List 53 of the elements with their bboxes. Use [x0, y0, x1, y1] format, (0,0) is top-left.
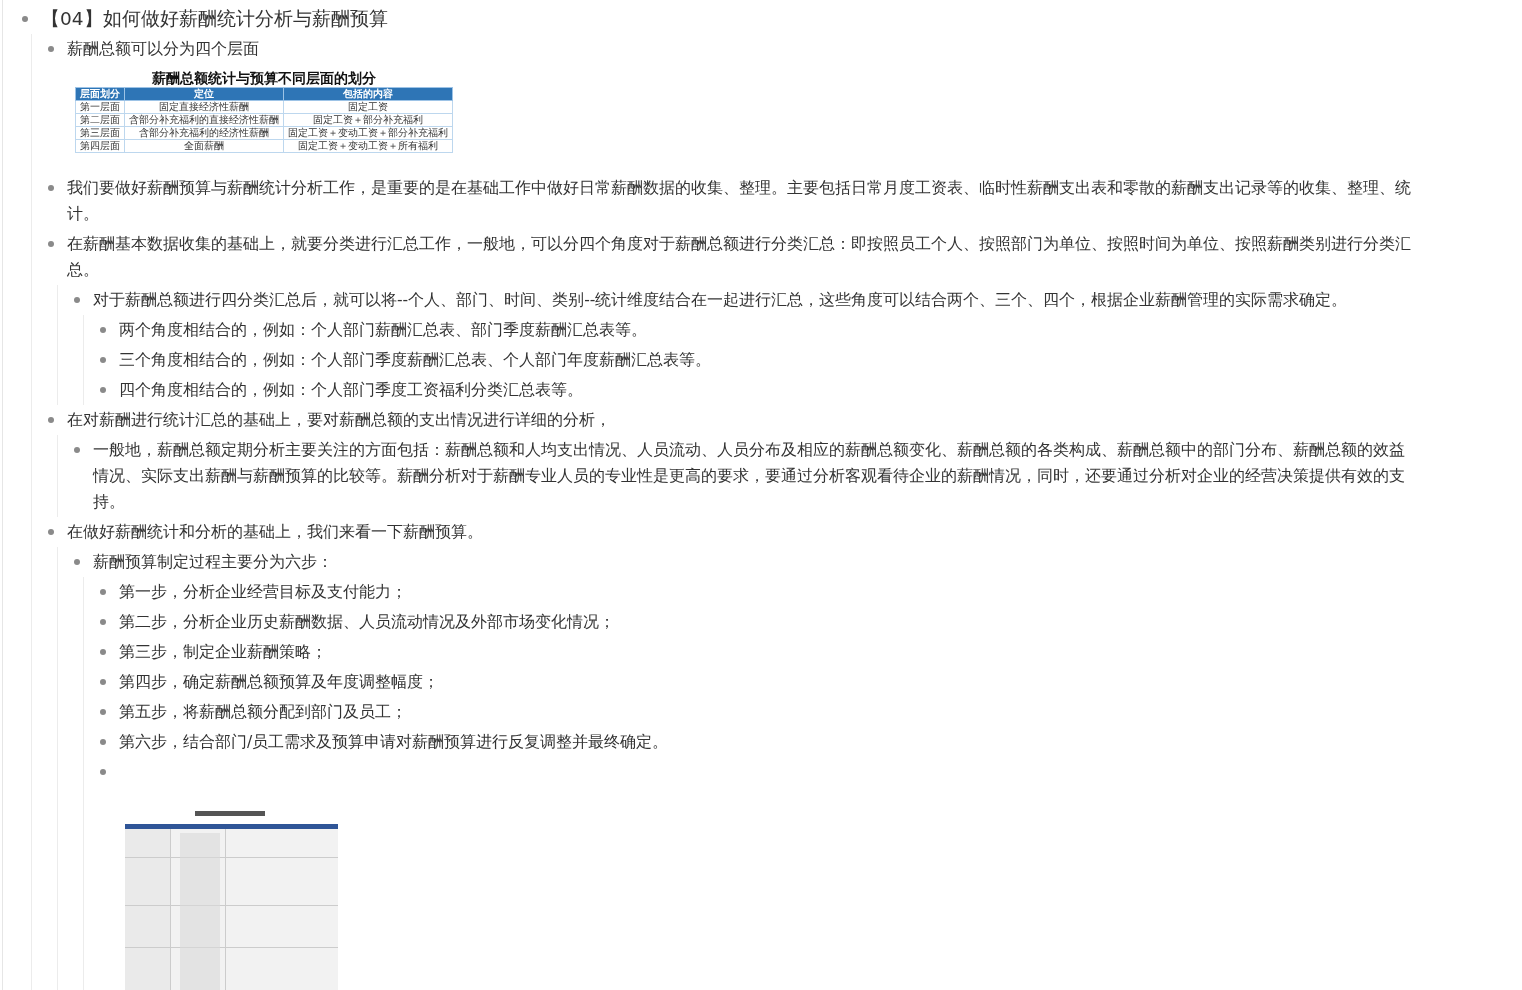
table-cell: 固定工资＋变动工资＋部分补充福利	[283, 126, 453, 140]
table-cell: 固定工资	[283, 100, 453, 114]
bullet-icon[interactable]	[100, 357, 106, 363]
column-header: 包括的内容	[283, 87, 453, 101]
bullet-icon[interactable]	[48, 417, 54, 423]
outline-text: 一般地，薪酬总额定期分析主要关注的方面包括：薪酬总额和人均支出情况、人员流动、人员分布及相应的薪酬总额变化、薪酬总额的各类构成、薪酬总额中的部门分布、薪酬总额的效益情况、实际支出薪酬与薪酬预算的比较等。薪酬分析对于薪酬专业人员的专业性是更高的要求，要通过分析客观看待企业的薪酬情况，同时，还要通过分析对企业的经营决策提供有效的支持。	[93, 440, 1406, 513]
table-cell: 第一层面	[75, 100, 125, 114]
table-cell: 固定工资＋变动工资＋所有福利	[283, 139, 453, 153]
table-title: 薪酬总额统计与预算不同层面的划分	[151, 69, 377, 87]
bullet-icon[interactable]	[48, 185, 54, 191]
bullet-icon[interactable]	[100, 679, 106, 685]
outline-text: 第二步，分析企业历史薪酬数据、人员流动情况及外部市场变化情况；	[119, 612, 615, 633]
table-cell: 固定直接经济性薪酬	[124, 100, 284, 114]
table-cell: 全面薪酬	[124, 139, 284, 153]
table-cell: 第二层面	[75, 113, 125, 127]
table-cell: 固定工资＋部分补充福利	[283, 113, 453, 127]
bullet-icon[interactable]	[100, 769, 106, 775]
table-cell: 含部分补充福利的经济性薪酬	[124, 126, 284, 140]
outline-text: 薪酬预算制定过程主要分为六步：	[93, 552, 333, 573]
outline-text: 第五步，将薪酬总额分配到部门及员工；	[119, 702, 407, 723]
outline-text: 第一步，分析企业经营目标及支付能力；	[119, 582, 407, 603]
bullet-icon[interactable]	[48, 46, 54, 52]
bullet-icon[interactable]	[74, 447, 80, 453]
bullet-icon[interactable]	[48, 241, 54, 247]
outline-text: 薪酬总额可以分为四个层面	[67, 39, 259, 60]
table-cell: 含部分补充福利的直接经济性薪酬	[124, 113, 284, 127]
bullet-icon[interactable]	[22, 16, 28, 22]
column-header: 层面划分	[75, 87, 125, 101]
bullet-icon[interactable]	[74, 297, 80, 303]
table-cell: 第三层面	[75, 126, 125, 140]
bullet-icon[interactable]	[100, 387, 106, 393]
bullet-icon[interactable]	[74, 559, 80, 565]
bullet-icon[interactable]	[100, 589, 106, 595]
outline-text: 四个角度相结合的，例如：个人部门季度工资福利分类汇总表等。	[119, 380, 583, 401]
bullet-icon[interactable]	[100, 739, 106, 745]
outline-text: 在做好薪酬统计和分析的基础上，我们来看一下薪酬预算。	[67, 522, 483, 543]
outline-text: 在对薪酬进行统计汇总的基础上，要对薪酬总额的支出情况进行详细的分析，	[67, 410, 611, 431]
outline-text: 三个角度相结合的，例如：个人部门季度薪酬汇总表、个人部门年度薪酬汇总表等。	[119, 350, 711, 371]
outline-text: 第三步，制定企业薪酬策略；	[119, 642, 327, 663]
bullet-icon[interactable]	[100, 619, 106, 625]
table-cell: 第四层面	[75, 139, 125, 153]
outline-text: 我们要做好薪酬预算与薪酬统计分析工作，是重要的是在基础工作中做好日常薪酬数据的收集、整理。主要包括日常月度工资表、临时性薪酬支出表和零散的薪酬支出记录等的收集、整理、统计。	[67, 178, 1412, 225]
outline-text: 在薪酬基本数据收集的基础上，就要分类进行汇总工作，一般地，可以分四个角度对于薪酬总额进行分类汇总：即按照员工个人、按照部门为单位、按照时间为单位、按照薪酬类别进行分类汇总。	[67, 234, 1412, 281]
bullet-icon[interactable]	[48, 529, 54, 535]
column-header: 定位	[124, 87, 284, 101]
bullet-icon[interactable]	[100, 709, 106, 715]
outline-text: 对于薪酬总额进行四分类汇总后，就可以将--个人、部门、时间、类别--统计维度结合在一起进行汇总，这些角度可以结合两个、三个、四个，根据企业薪酬管理的实际需求确定。	[93, 290, 1348, 311]
bullet-icon[interactable]	[100, 327, 106, 333]
outline-text: 【04】如何做好薪酬统计分析与薪酬预算	[41, 7, 388, 31]
outline-text: 第四步，确定薪酬总额预算及年度调整幅度；	[119, 672, 439, 693]
bullet-icon[interactable]	[100, 649, 106, 655]
outline-text: 第六步，结合部门/员工需求及预算申请对薪酬预算进行反复调整并最终确定。	[119, 732, 669, 753]
outline-text: 两个角度相结合的，例如：个人部门薪酬汇总表、部门季度薪酬汇总表等。	[119, 320, 647, 341]
